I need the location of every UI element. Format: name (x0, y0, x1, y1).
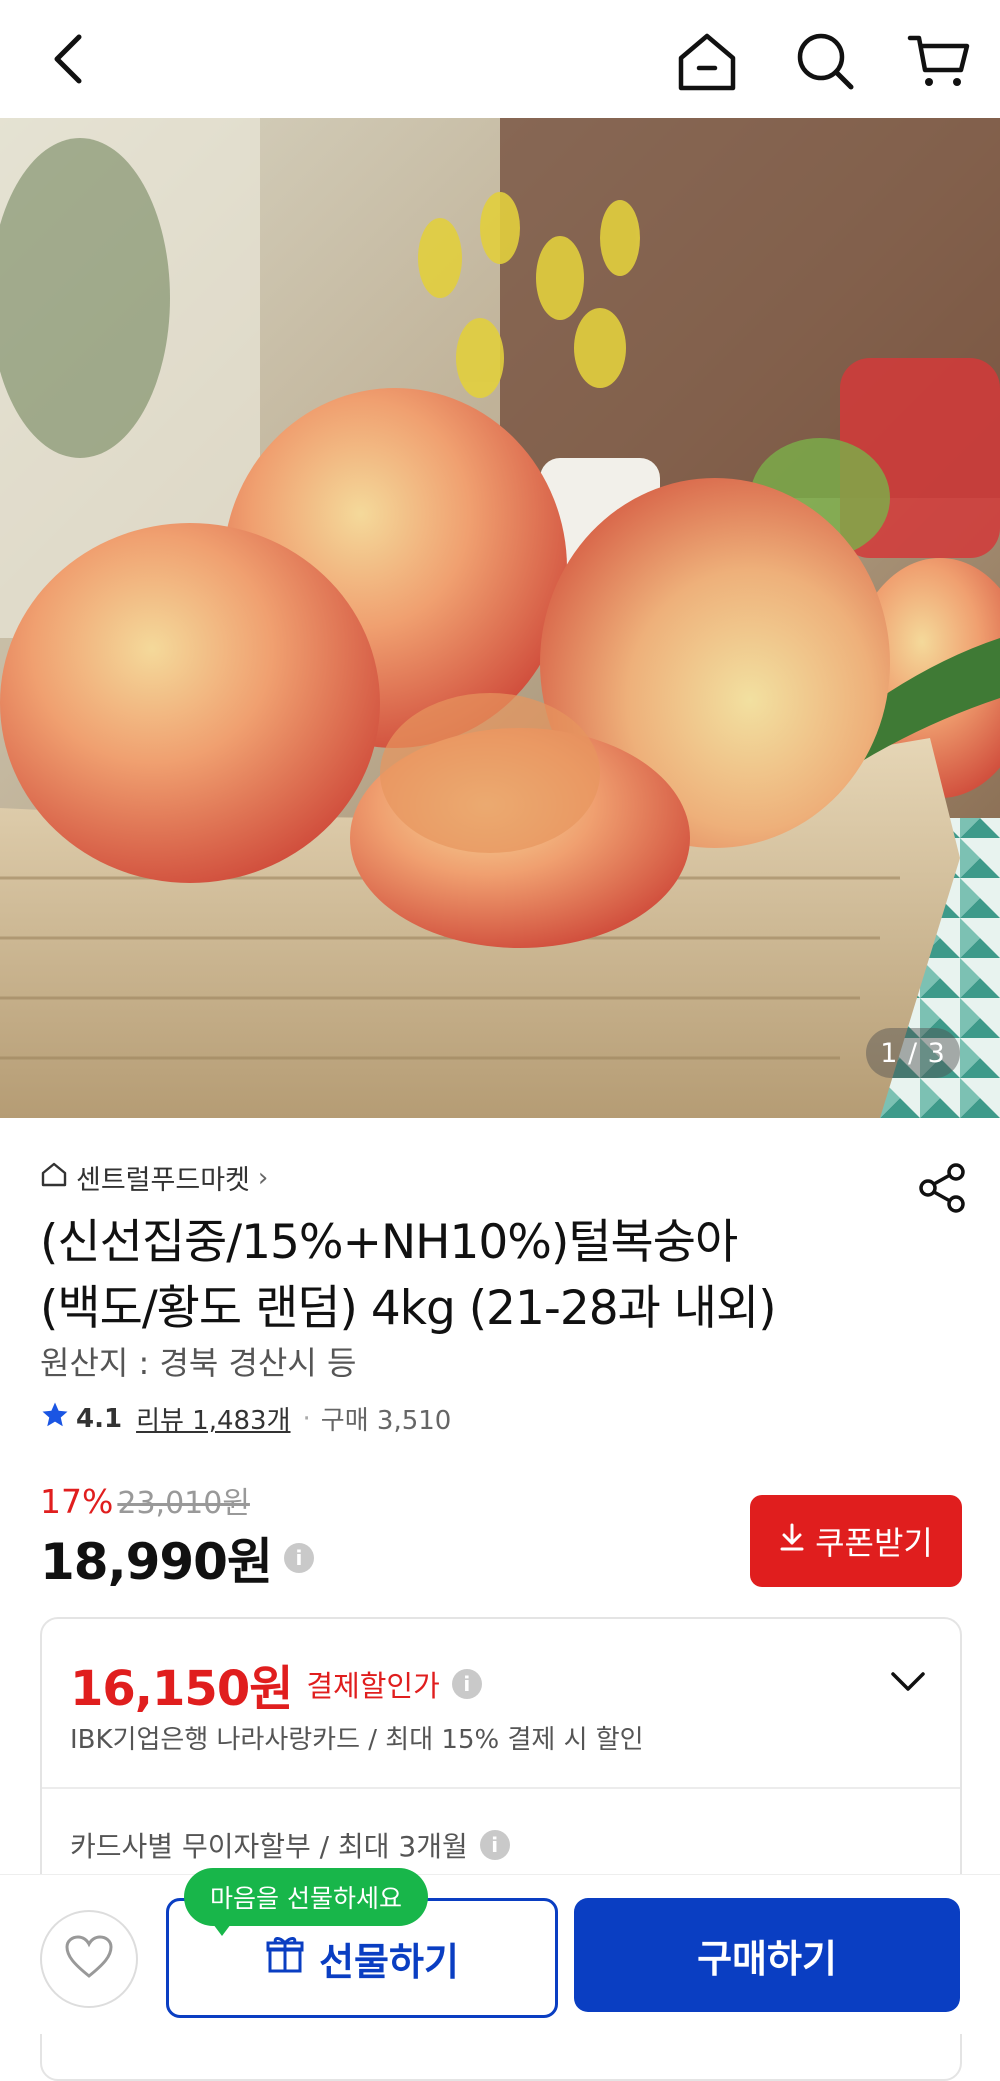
card-discount-info-icon[interactable]: i (451, 1669, 482, 1699)
top-bar (0, 0, 1000, 118)
installment-text: 카드사별 무이자할부 / 최대 3개월 (70, 1830, 468, 1863)
gift-icon (265, 1934, 305, 1983)
back-arrow-icon[interactable] (36, 26, 102, 92)
card-discount-row: 16,150원 결제할인가 i (70, 1649, 482, 1719)
card-discount-label: 결제할인가 (306, 1669, 440, 1703)
store-home-icon (40, 1161, 68, 1194)
discount-row: 17% 23,010원 (40, 1478, 250, 1522)
sale-price: 18,990원 (40, 1533, 273, 1591)
wishlist-button[interactable] (40, 1910, 138, 2008)
purchase-count: 구매 3,510 (320, 1406, 452, 1436)
download-icon (779, 1522, 805, 1560)
home-icon[interactable] (672, 26, 742, 96)
installment-row: 카드사별 무이자할부 / 최대 3개월 i (70, 1825, 510, 1865)
image-page-counter: 1 / 3 (866, 1028, 960, 1078)
product-origin: 원산지 : 경북 경산시 등 (40, 1344, 357, 1382)
product-title-line2: (백도/황도 랜덤) 4kg (21-28과 내외) (40, 1281, 777, 1336)
heart-icon (64, 1934, 114, 1984)
gift-label: 선물하기 (319, 1939, 459, 1984)
store-name: 센트럴푸드마켓 (76, 1165, 250, 1196)
share-icon[interactable] (914, 1160, 970, 1216)
gift-tooltip-tail (210, 1920, 234, 1936)
coupon-button[interactable]: 쿠폰받기 (750, 1495, 962, 1587)
chevron-down-icon[interactable] (890, 1671, 926, 1697)
original-price: 23,010원 (117, 1486, 250, 1521)
price-info-icon[interactable]: i (283, 1543, 314, 1573)
store-link[interactable]: 센트럴푸드마켓 › (40, 1158, 268, 1197)
price-row: 18,990원 i (40, 1522, 314, 1594)
coupon-label: 쿠폰받기 (815, 1524, 933, 1562)
rating-score: 4.1 (76, 1403, 123, 1434)
gift-tooltip-bubble: 마음을 선물하세요 (184, 1868, 428, 1926)
rating-row: 4.1 리뷰 1,483개 · 구매 3,510 (40, 1400, 451, 1437)
installment-info-icon[interactable]: i (479, 1830, 510, 1860)
review-count-link[interactable]: 리뷰 1,483개 (136, 1400, 290, 1437)
discount-rate: 17% (40, 1482, 114, 1521)
card-discount-price: 16,150원 (70, 1661, 293, 1717)
separator-dot: · (302, 1403, 311, 1434)
cart-icon[interactable] (904, 26, 974, 96)
product-title-line1: (신선집중/15%+NH10%)털복숭아 (40, 1215, 738, 1270)
product-title: (신선집중/15%+NH10%)털복숭아 (백도/황도 랜덤) 4kg (21-… (40, 1210, 920, 1342)
product-image[interactable] (0, 118, 1000, 1118)
star-icon (40, 1400, 70, 1437)
chevron-right-icon: › (257, 1162, 269, 1193)
buy-button[interactable]: 구매하기 (574, 1898, 960, 2012)
card-discount-description: IBK기업은행 나라사랑카드 / 최대 15% 결제 시 할인 (70, 1725, 644, 1755)
search-icon[interactable] (790, 26, 860, 96)
card-divider (42, 1787, 960, 1789)
